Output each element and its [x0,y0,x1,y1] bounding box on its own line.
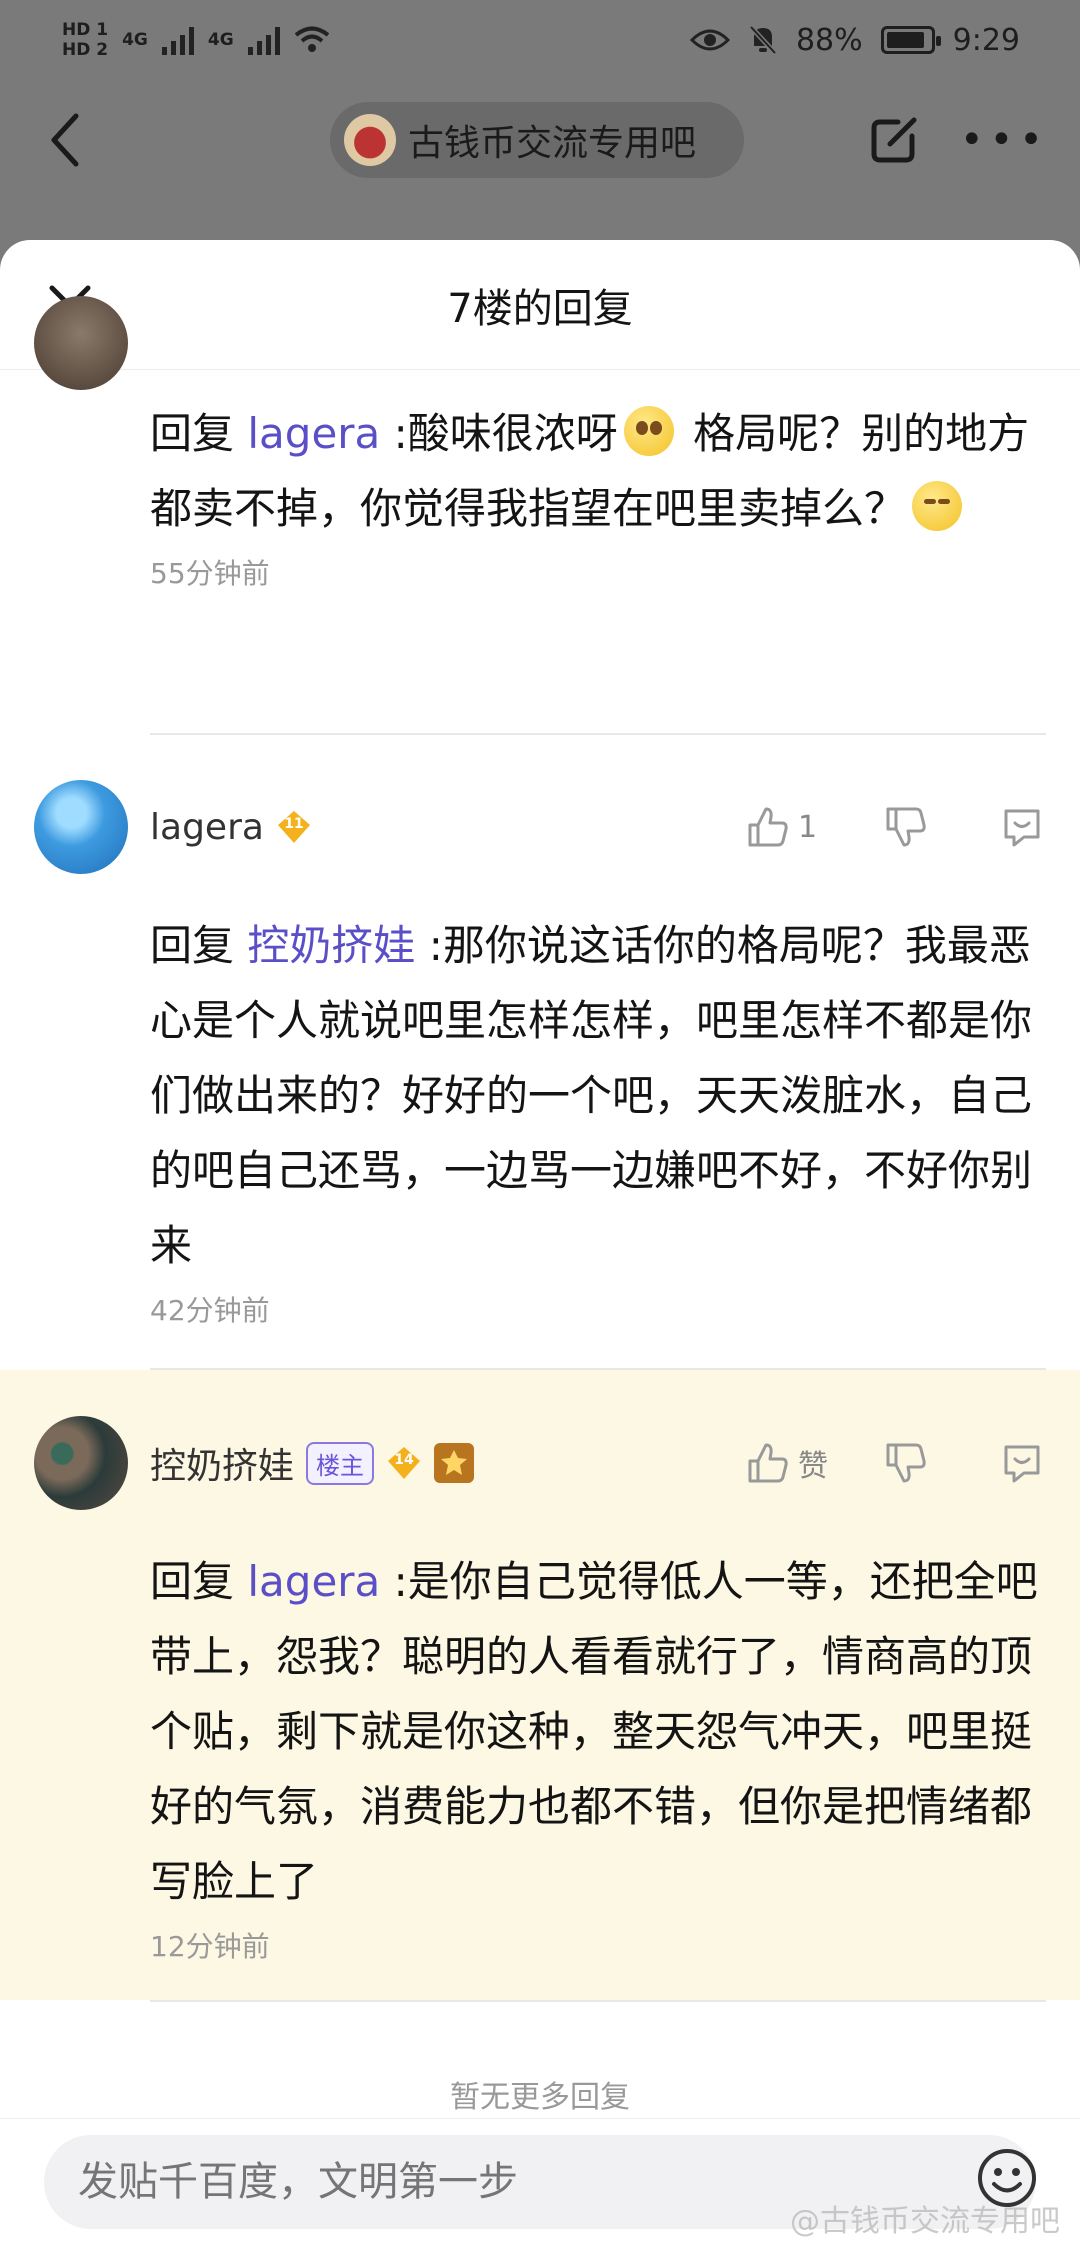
sim1-label: HD 1 [62,20,109,40]
reply-item: 回复 lagera :酸味很浓呀 格局呢？别的地方都卖不掉，你觉得我指望在吧里卖… [0,390,1080,592]
like-button[interactable]: 1 [746,805,856,849]
comment-button[interactable] [1000,805,1044,849]
reply-sheet: 7楼的回复 回复 lagera :酸味很浓呀 格局呢？别的地方都卖不掉，你觉得我… [0,240,1080,2244]
sim-indicators: HD 1 HD 2 [62,20,108,60]
wifi-icon [294,26,329,52]
back-arrow-icon[interactable] [46,110,86,170]
thumbs-up-icon [748,807,788,847]
mention-link[interactable]: 控奶挤娃 [247,921,415,970]
dislike-button[interactable] [884,805,944,849]
reply-content: 回复 lagera :是你自己觉得低人一等，还把全吧带上，怨我？聪明的人看看就行… [150,1544,1044,1919]
signal-icon [247,25,280,55]
sheet-header: 7楼的回复 [0,240,1080,370]
reply-time: 12分钟前 [150,1930,270,1963]
reply-text: :是你自己觉得低人一等，还把全吧带上，怨我？聪明的人看看就行了，情商高的顶个贴，… [150,1557,1038,1906]
reply-prefix: 回复 [150,1557,235,1606]
bell-mute-icon [749,25,777,55]
thumbs-down-icon [886,1443,926,1483]
eye-icon [689,29,730,51]
status-right: 88% 9:29 [689,22,1020,58]
like-button[interactable]: 赞 [746,1441,856,1485]
reply-text: :酸味很浓呀 [380,409,618,458]
reply-item-highlighted: 控奶挤娃 楼主 14 赞 回复 lagera:是你自己觉得低人一等，还把全吧带… [0,1370,1080,2000]
reply-item: lagera 11 1 回复 控奶挤娃:那你说这话你的格局呢？我最恶心是个人就… [0,780,1080,1327]
dislike-button[interactable] [884,1441,944,1485]
like-label: 赞 [798,1449,828,1484]
forum-logo [344,114,396,166]
forum-pill[interactable]: 古钱币交流专用吧 [330,102,744,178]
forum-name: 古钱币交流专用吧 [408,123,697,164]
user-row: lagera 11 1 [150,780,1044,874]
thumbs-up-icon [748,1443,788,1483]
watermark: @古钱币交流专用吧 [790,2204,1060,2239]
reply-content: 回复 控奶挤娃 :那你说这话你的格局呢？我最恶心是个人就说吧里怎样怎样，吧里怎样… [150,908,1044,1283]
username[interactable]: lagera [150,807,264,848]
reply-actions: 赞 [746,1441,1044,1485]
username[interactable]: 控奶挤娃 [150,1437,294,1489]
divider [150,2000,1046,2002]
medal-icon [434,1443,475,1483]
reply-time: 55分钟前 [150,557,270,590]
level-number: 11 [284,816,304,832]
level-badge: 11 [276,809,312,845]
more-icon[interactable]: ••• [960,120,1049,160]
network2-label: 4G [207,30,234,50]
battery-percent: 88% [795,22,863,58]
owner-badge: 楼主 [306,1441,375,1485]
background-header: 古钱币交流专用吧 ••• [0,80,1080,240]
reply-actions: 1 [746,805,1044,849]
emoji-icon [623,406,674,456]
reply-prefix: 回复 [150,409,235,458]
battery-icon [880,26,941,54]
signal-group: HD 1 HD 2 4G 4G [62,20,330,60]
reply-prefix: 回复 [150,921,235,970]
network1-label: 4G [122,30,148,50]
reply-content: 回复 lagera :酸味很浓呀 格局呢？别的地方都卖不掉，你觉得我指望在吧里卖… [150,396,1044,546]
reply-footer: @古钱币交流专用吧 [0,2118,1080,2244]
mention-link[interactable]: lagera [247,409,380,458]
avatar[interactable] [34,296,128,390]
sim2-label: HD 2 [62,40,109,60]
no-more-replies: 暂无更多回复 [450,2080,630,2115]
mention-link[interactable]: lagera [247,1557,380,1606]
status-bar: HD 1 HD 2 4G 4G 88% 9:29 [0,0,1080,80]
user-row: 控奶挤娃 楼主 14 赞 [150,1416,1044,1510]
like-count: 1 [798,809,818,845]
signal-icon [161,25,194,55]
level-badge: 14 [386,1445,422,1481]
divider [150,733,1046,735]
comment-icon [1004,1445,1040,1483]
sheet-title: 7楼的回复 [447,285,633,332]
comment-icon [1004,809,1040,847]
reply-text: :那你说这话你的格局呢？我最恶心是个人就说吧里怎样怎样，吧里怎样不都是你们做出来… [150,921,1033,1270]
clock: 9:29 [952,22,1020,58]
edit-icon[interactable] [868,110,924,166]
level-number: 14 [394,1452,414,1468]
comment-button[interactable] [1000,1441,1044,1485]
reply-time: 42分钟前 [150,1294,270,1327]
emoji-icon [912,481,963,531]
thumbs-down-icon [886,807,926,847]
